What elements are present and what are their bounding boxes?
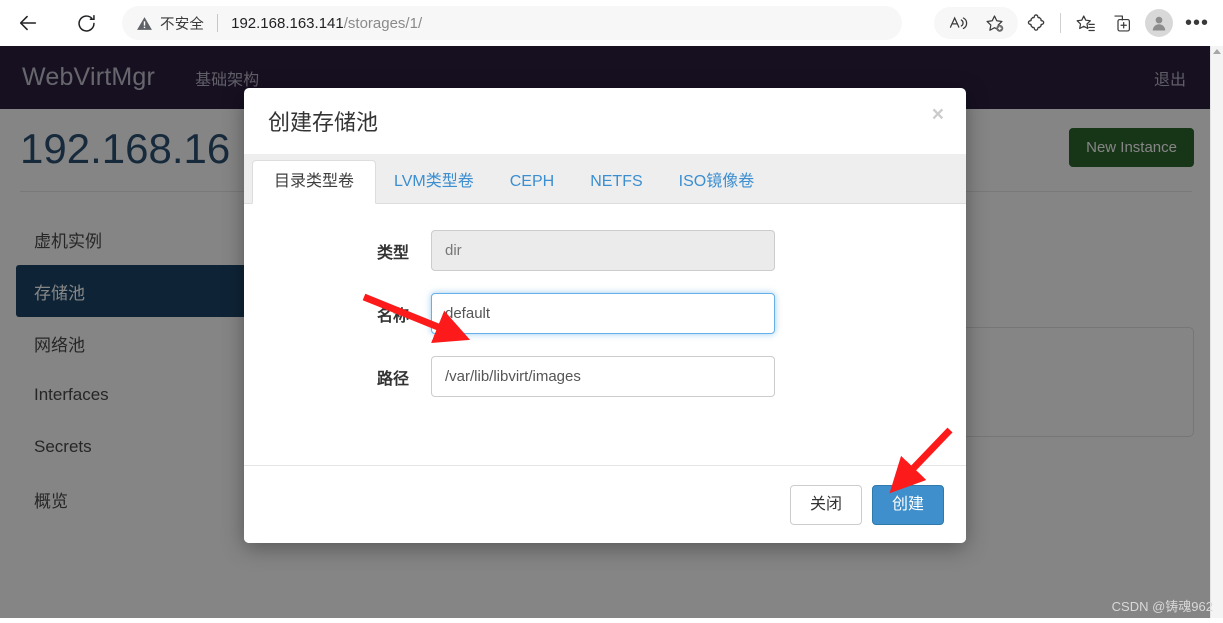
close-icon[interactable]: × <box>932 104 944 125</box>
watermark-text: CSDN @铸魂962 <box>1111 599 1213 614</box>
scroll-up-arrow-icon[interactable] <box>1213 49 1221 54</box>
window-bottom-edge <box>0 618 1223 623</box>
omnibox-divider <box>217 14 219 32</box>
more-dots-label: ••• <box>1184 12 1209 34</box>
create-button[interactable]: 创建 <box>871 484 944 525</box>
read-aloud-icon[interactable] <box>940 5 976 41</box>
profile-avatar[interactable] <box>1145 9 1173 37</box>
modal-title: 创建存储池 <box>268 110 379 135</box>
modal-header: 创建存储池 × <box>244 88 966 154</box>
path-input[interactable] <box>431 356 775 397</box>
label-name: 名称 <box>376 307 409 325</box>
toolbar-divider <box>1060 13 1061 33</box>
security-status-text: 不安全 <box>160 16 205 33</box>
settings-more-icon[interactable]: ••• <box>1179 5 1215 41</box>
address-bar[interactable]: 不安全 192.168.163.141/storages/1/ <box>122 6 902 40</box>
page-scrollbar[interactable] <box>1210 46 1223 623</box>
form-row-path: 路径 <box>244 356 966 397</box>
collections-icon[interactable] <box>1067 5 1103 41</box>
type-input <box>431 230 775 271</box>
reload-icon[interactable] <box>66 3 106 43</box>
tab-netfs[interactable]: NETFS <box>572 160 660 203</box>
omnibox-actions-group <box>934 7 1018 39</box>
url-text: 192.168.163.141/storages/1/ <box>231 15 422 32</box>
browser-actions: ••• <box>934 3 1215 43</box>
extensions-icon[interactable] <box>1018 5 1054 41</box>
name-input[interactable] <box>431 293 775 334</box>
add-favorite-icon[interactable] <box>976 5 1012 41</box>
form-row-name: 名称 <box>244 293 966 334</box>
modal-footer: 关闭 创建 <box>244 465 966 543</box>
split-screen-icon[interactable] <box>1103 5 1139 41</box>
close-button[interactable]: 关闭 <box>789 484 862 525</box>
modal-body: 类型 名称 路径 <box>244 204 966 427</box>
create-storage-pool-modal: 创建存储池 × 目录类型卷 LVM类型卷 CEPH NETFS ISO镜像卷 类… <box>244 88 966 543</box>
tab-lvm-volume[interactable]: LVM类型卷 <box>376 160 492 203</box>
form-row-type: 类型 <box>244 230 966 271</box>
not-secure-warning-icon <box>136 15 153 32</box>
screenshot-root: 不安全 192.168.163.141/storages/1/ ••• WebV… <box>0 0 1223 623</box>
back-icon[interactable] <box>8 3 48 43</box>
url-host: 192.168.163.141 <box>231 14 344 32</box>
modal-tab-bar: 目录类型卷 LVM类型卷 CEPH NETFS ISO镜像卷 <box>244 154 966 204</box>
label-path: 路径 <box>376 370 409 388</box>
tab-iso-volume[interactable]: ISO镜像卷 <box>661 160 773 203</box>
label-type: 类型 <box>376 244 409 262</box>
url-path: /storages/1/ <box>343 14 423 32</box>
tab-ceph[interactable]: CEPH <box>492 160 572 203</box>
browser-toolbar: 不安全 192.168.163.141/storages/1/ ••• <box>0 0 1223 46</box>
tab-dir-volume[interactable]: 目录类型卷 <box>252 160 377 204</box>
